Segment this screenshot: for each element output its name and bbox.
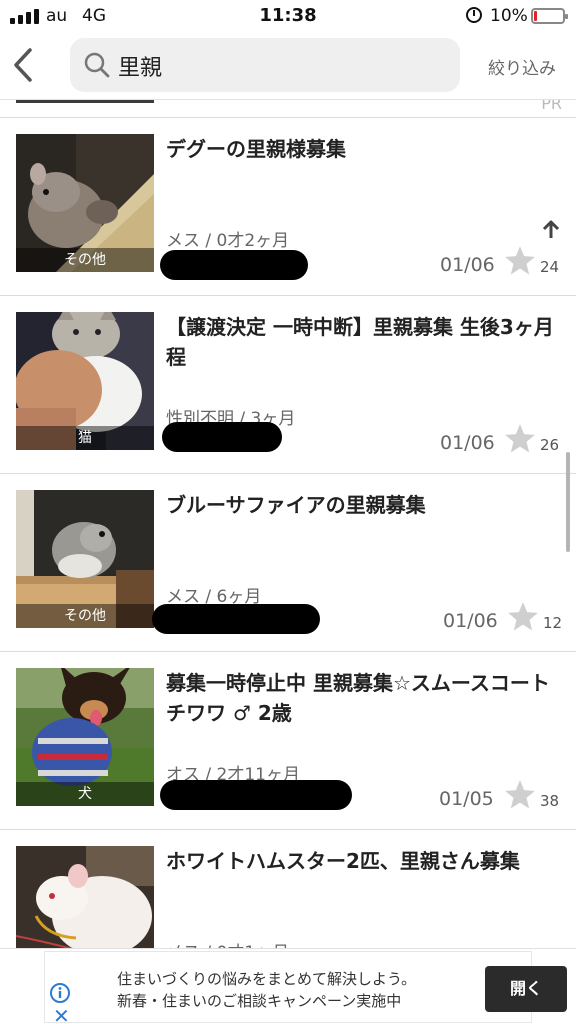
pr-label: PR: [541, 100, 562, 113]
listing-list: PR その他 デグーの里親様募集 メス / 0才2ヶ月 01/06 24 猫 【…: [0, 100, 576, 948]
category-label: 猫: [16, 426, 154, 450]
battery-icon: [531, 8, 568, 24]
redacted-area: [152, 604, 320, 634]
thumbnail: [16, 100, 154, 103]
back-button[interactable]: [8, 46, 38, 84]
list-item[interactable]: ホワイトハムスター2匹、里親さん募集 メス / 0才1ヶ月: [0, 830, 576, 948]
previous-pr-item[interactable]: PR: [0, 100, 576, 118]
favorite-count: 26: [540, 436, 560, 454]
search-header: 里親 絞り込み: [0, 32, 576, 100]
listing-title: デグーの里親様募集: [166, 137, 346, 161]
category-label: その他: [16, 248, 154, 272]
ad-banner[interactable]: ✕ 住まいづくりの悩みをまとめて解決しよう。 新春・住まいのご相談キャンペーン実…: [0, 948, 576, 1024]
pet-photo: 犬: [16, 668, 154, 806]
alarm-icon: [466, 7, 482, 23]
pet-photo: その他: [16, 134, 154, 272]
listing-date: 01/05: [439, 788, 494, 810]
category-label: その他: [16, 604, 154, 628]
redacted-area: [160, 780, 352, 810]
listing-meta: メス / 0才1ヶ月: [166, 938, 289, 948]
ad-open-button[interactable]: 開く: [485, 966, 567, 1012]
listing-title: ブルーサファイアの里親募集: [166, 493, 426, 517]
close-icon[interactable]: ✕: [53, 1004, 70, 1024]
filter-button[interactable]: 絞り込み: [488, 54, 556, 79]
listing-date: 01/06: [440, 254, 495, 276]
arrow-up-icon: [542, 220, 560, 238]
list-item[interactable]: その他 ブルーサファイアの里親募集 メス / 6ヶ月 01/06 12: [0, 474, 576, 652]
chevron-left-icon: [14, 48, 32, 82]
search-icon: [84, 52, 110, 78]
listing-meta: メス / 0才2ヶ月: [166, 231, 290, 251]
favorite-star-icon[interactable]: [506, 600, 540, 634]
redacted-area: [162, 422, 282, 452]
list-item[interactable]: 犬 募集一時停止中 里親募集☆スムースコートチワワ ♂ 2歳 オス / 2才11…: [0, 652, 576, 830]
status-bar: au 4G 11:38 10%: [0, 0, 576, 32]
ad-text: 新春・住まいのご相談キャンペーン実施中: [117, 992, 402, 1010]
listing-date: 01/06: [440, 432, 495, 454]
list-item[interactable]: その他 デグーの里親様募集 メス / 0才2ヶ月 01/06 24: [0, 118, 576, 296]
redacted-area: [160, 250, 308, 280]
listing-title: 【譲渡決定 一時中断】里親募集 生後3ヶ月程: [166, 315, 554, 369]
category-label: 犬: [16, 782, 154, 806]
favorite-star-icon[interactable]: [503, 778, 537, 812]
info-icon[interactable]: [49, 982, 71, 1004]
pet-photo: その他: [16, 490, 154, 628]
search-query: 里親: [118, 56, 163, 81]
list-item[interactable]: 猫 【譲渡決定 一時中断】里親募集 生後3ヶ月程 性別不明 / 3ヶ月 01/0…: [0, 296, 576, 474]
pet-photo: [16, 846, 154, 948]
listing-title: 募集一時停止中 里親募集☆スムースコートチワワ ♂ 2歳: [166, 671, 550, 725]
battery-percent: 10%: [490, 6, 528, 26]
favorite-count: 38: [540, 792, 560, 810]
ad-text: 住まいづくりの悩みをまとめて解決しよう。: [117, 970, 417, 988]
scrollbar[interactable]: [566, 452, 570, 552]
listing-date: 01/06: [443, 610, 498, 632]
ad-content[interactable]: ✕ 住まいづくりの悩みをまとめて解決しよう。 新春・住まいのご相談キャンペーン実…: [44, 951, 567, 1024]
favorite-star-icon[interactable]: [503, 422, 537, 456]
favorite-count: 24: [540, 258, 560, 276]
listing-title: ホワイトハムスター2匹、里親さん募集: [166, 849, 520, 873]
favorite-star-icon[interactable]: [503, 244, 537, 278]
pet-photo: 猫: [16, 312, 154, 450]
search-input[interactable]: 里親: [70, 38, 460, 92]
favorite-count: 12: [543, 614, 563, 632]
